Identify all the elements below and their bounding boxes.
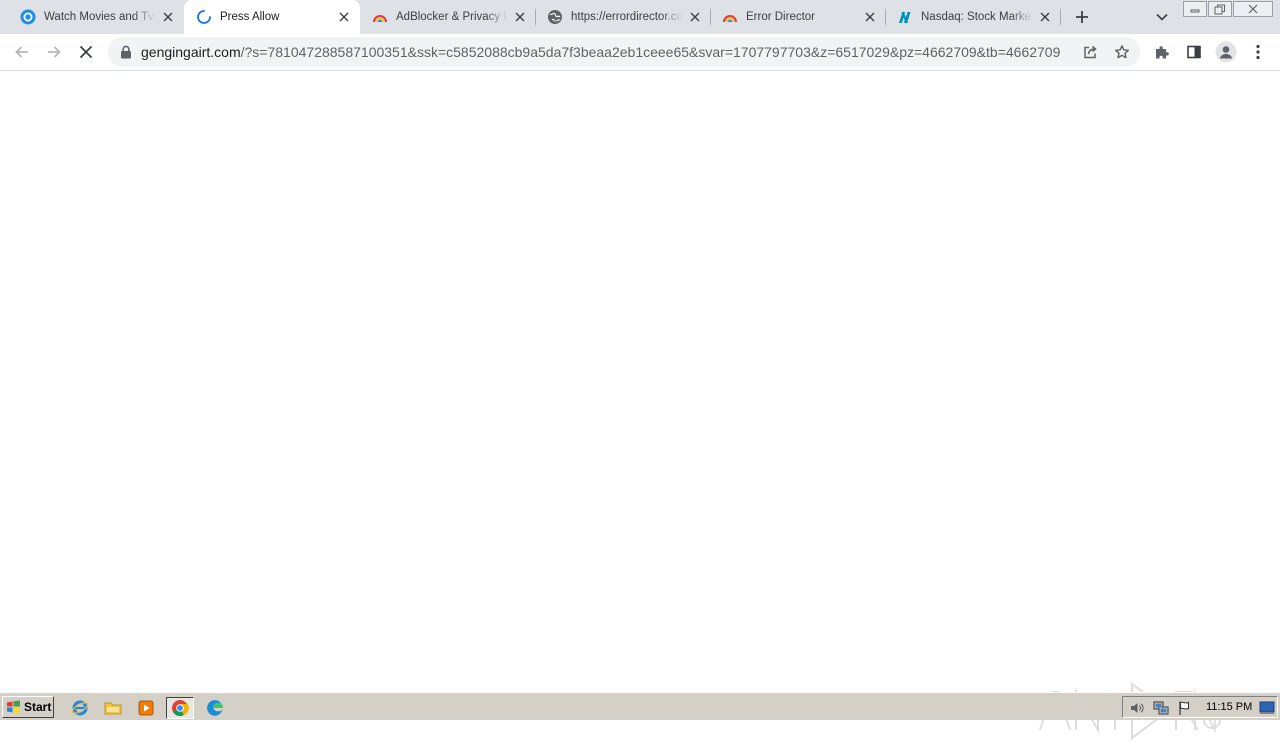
close-icon[interactable] — [160, 9, 176, 25]
close-window-icon — [1248, 4, 1258, 14]
back-button[interactable] — [8, 38, 36, 66]
clock[interactable]: 11:15 PM — [1206, 701, 1252, 713]
rainbow-icon — [372, 9, 388, 25]
tab-watch-movies[interactable]: Watch Movies and Tv Shows — [0, 0, 184, 34]
show-desktop-icon[interactable] — [1259, 700, 1275, 716]
browser-toolbar: gengingairt.com/?s=781047288587100351&ss… — [0, 34, 1280, 71]
internet-explorer-icon — [71, 700, 89, 716]
tab-search-button[interactable] — [1150, 5, 1174, 29]
restore-icon — [1214, 4, 1225, 14]
profile-button[interactable] — [1212, 38, 1240, 66]
extensions-button[interactable] — [1148, 38, 1176, 66]
chevron-down-icon — [1156, 13, 1168, 21]
tab-title: Press Allow — [220, 11, 280, 23]
more-vert-icon — [1256, 44, 1260, 60]
new-tab-button[interactable] — [1070, 5, 1094, 29]
close-icon — [79, 45, 93, 59]
rainbow-icon — [722, 9, 738, 25]
puzzle-piece-icon — [1156, 46, 1169, 59]
folder-icon — [104, 702, 122, 715]
close-icon[interactable] — [512, 9, 528, 25]
arrow-right-icon — [48, 46, 61, 58]
plus-icon — [1076, 11, 1088, 23]
close-icon[interactable] — [336, 9, 352, 25]
close-window-button[interactable] — [1233, 1, 1273, 17]
tab-strip: Watch Movies and Tv Shows Press Allow Ad… — [0, 0, 1280, 34]
nasdaq-logo-icon — [897, 9, 913, 25]
restore-button[interactable] — [1208, 1, 1232, 17]
tab-press-allow[interactable]: Press Allow — [184, 0, 360, 34]
tab-title: Error Director — [746, 11, 816, 23]
close-icon[interactable] — [862, 9, 878, 25]
globe-icon — [547, 9, 563, 25]
page-content — [0, 72, 1280, 740]
loading-spinner-icon — [196, 9, 212, 25]
share-button[interactable] — [1080, 42, 1100, 62]
bookmark-button[interactable] — [1112, 42, 1132, 62]
tab-title: AdBlocker & Privacy Protection — [396, 11, 508, 23]
lock-icon[interactable] — [118, 44, 134, 60]
close-icon[interactable] — [1037, 9, 1053, 25]
url-path: /?s=781047288587100351&ssk=c5852088cb9a5… — [240, 44, 1061, 60]
volume-icon[interactable] — [1129, 700, 1145, 716]
circle-play-icon — [20, 9, 36, 25]
tab-title: https://errordirector.com — [571, 11, 683, 23]
network-icon[interactable] — [1153, 700, 1169, 716]
side-panel-button[interactable] — [1180, 38, 1208, 66]
windows-flag-icon — [7, 700, 20, 714]
windows-taskbar: Start 11:15 PM — [0, 692, 1280, 720]
forward-button[interactable] — [40, 38, 68, 66]
edge-icon — [207, 700, 223, 716]
tab-title: Nasdaq: Stock Market, Data — [921, 11, 1033, 23]
start-button[interactable]: Start — [2, 696, 54, 718]
share-icon — [1084, 45, 1097, 59]
side-panel-icon — [1187, 45, 1201, 59]
minimize-icon — [1190, 9, 1200, 13]
close-icon[interactable] — [687, 9, 703, 25]
address-bar[interactable]: gengingairt.com/?s=781047288587100351&ss… — [108, 37, 1140, 67]
tab-separator — [1060, 9, 1061, 25]
internet-explorer-launcher[interactable] — [69, 697, 91, 719]
system-tray: 11:15 PM — [1122, 696, 1278, 718]
chrome-icon — [172, 700, 189, 716]
action-center-flag-icon[interactable] — [1177, 700, 1193, 716]
avatar-icon — [1215, 41, 1237, 63]
chrome-taskbar-button[interactable] — [166, 697, 194, 719]
tab-errordirector-url[interactable]: https://errordirector.com — [536, 0, 711, 34]
url-host: gengingairt.com — [141, 44, 241, 60]
arrow-left-icon — [15, 46, 28, 58]
tab-title: Watch Movies and Tv Shows — [44, 11, 156, 23]
media-player-icon — [138, 700, 154, 716]
media-player-launcher[interactable] — [135, 697, 157, 719]
edge-launcher[interactable] — [204, 697, 226, 719]
star-icon — [1115, 45, 1129, 59]
tab-error-director[interactable]: Error Director — [711, 0, 886, 34]
stop-loading-button[interactable] — [72, 38, 100, 66]
tab-adblocker[interactable]: AdBlocker & Privacy Protection — [360, 0, 536, 34]
menu-button[interactable] — [1244, 38, 1272, 66]
file-explorer-launcher[interactable] — [102, 697, 124, 719]
start-label: Start — [24, 700, 52, 714]
minimize-button[interactable] — [1183, 1, 1207, 17]
url-text[interactable]: gengingairt.com/?s=781047288587100351&ss… — [141, 44, 1071, 61]
tab-nasdaq[interactable]: Nasdaq: Stock Market, Data — [886, 0, 1061, 34]
